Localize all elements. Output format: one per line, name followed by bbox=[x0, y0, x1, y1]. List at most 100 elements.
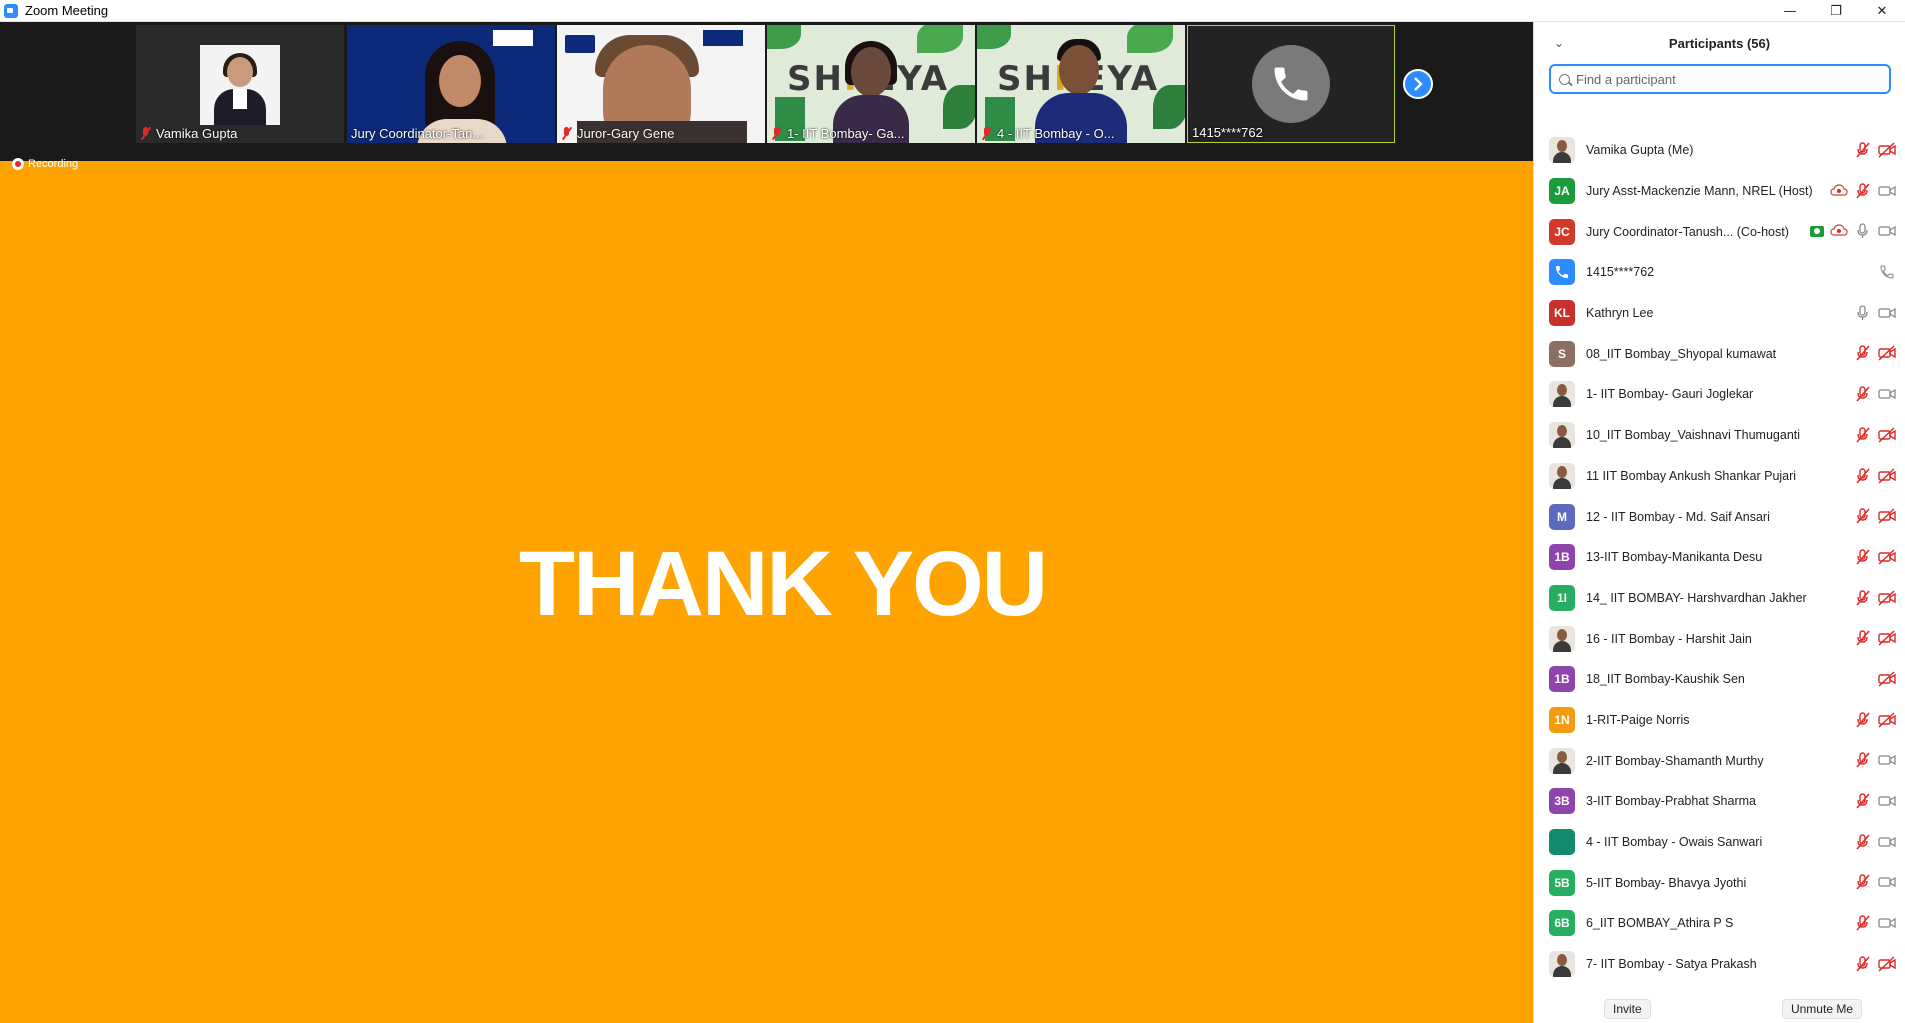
participant-row[interactable]: 6B 6_IIT BOMBAY_Athira P S bbox=[1534, 903, 1905, 944]
video-off-icon[interactable] bbox=[1878, 467, 1896, 484]
video-off-icon[interactable] bbox=[1878, 712, 1896, 728]
video-off-icon[interactable] bbox=[1878, 549, 1896, 565]
participant-row[interactable]: 3B 3-IIT Bombay-Prabhat Sharma bbox=[1534, 781, 1905, 822]
window-title: Zoom Meeting bbox=[25, 3, 109, 18]
participant-status-icons bbox=[1854, 740, 1896, 780]
mic-muted-icon[interactable] bbox=[1854, 142, 1872, 158]
mic-muted-icon[interactable] bbox=[1854, 956, 1872, 972]
video-tile-label: 1- IIT Bombay- Ga... bbox=[771, 126, 905, 141]
video-off-icon[interactable] bbox=[1878, 508, 1896, 524]
mic-muted-icon[interactable] bbox=[1854, 589, 1872, 606]
close-button[interactable]: ✕ bbox=[1859, 0, 1905, 22]
video-tile-active-speaker[interactable]: 1415****762 bbox=[1187, 25, 1395, 143]
restore-button[interactable]: ❐ bbox=[1813, 0, 1859, 22]
screen-share-icon[interactable] bbox=[1806, 225, 1824, 237]
video-icon[interactable] bbox=[1878, 183, 1896, 199]
unmute-me-button[interactable]: Unmute Me bbox=[1781, 999, 1862, 1019]
video-off-icon[interactable] bbox=[1878, 427, 1896, 443]
video-icon[interactable] bbox=[1878, 793, 1896, 809]
participant-name: Kathryn Lee bbox=[1586, 306, 1654, 321]
search-input[interactable] bbox=[1576, 71, 1876, 87]
participant-row[interactable]: 1N 1-RIT-Paige Norris bbox=[1534, 700, 1905, 741]
cloud-recording-icon[interactable] bbox=[1830, 183, 1848, 199]
participant-name: 11 IIT Bombay Ankush Shankar Pujari bbox=[1586, 468, 1797, 483]
participant-row[interactable]: 1I 14_ IIT BOMBAY- Harshvardhan Jakher bbox=[1534, 578, 1905, 619]
mic-muted-icon bbox=[981, 127, 993, 140]
video-icon[interactable] bbox=[1878, 915, 1896, 931]
participant-name: 1415****762 bbox=[1586, 265, 1655, 280]
participant-status-icons bbox=[1854, 781, 1896, 821]
avatar-initials-text: S bbox=[1557, 346, 1566, 361]
mic-muted-icon[interactable] bbox=[1854, 508, 1872, 524]
mic-muted-icon[interactable] bbox=[1854, 182, 1872, 199]
solar-decathlon-logo bbox=[565, 35, 595, 53]
participant-row[interactable]: Vamika Gupta (Me) bbox=[1534, 130, 1905, 171]
minimize-button[interactable]: — bbox=[1767, 0, 1813, 22]
participant-search[interactable] bbox=[1549, 64, 1891, 94]
video-tile[interactable]: SHREYA 4 - IIT Bombay - O... bbox=[977, 25, 1185, 143]
participant-row[interactable]: JA Jury Asst-Mackenzie Mann, NREL (Host) bbox=[1534, 171, 1905, 212]
participant-row[interactable]: 16 - IIT Bombay - Harshit Jain bbox=[1534, 618, 1905, 659]
participant-row[interactable]: 7- IIT Bombay - Satya Prakash bbox=[1534, 944, 1905, 985]
video-tile[interactable]: Juror-Gary Gene bbox=[557, 25, 765, 143]
participant-name: 14_ IIT BOMBAY- Harshvardhan Jakher bbox=[1586, 590, 1807, 605]
participant-row[interactable]: 1- IIT Bombay- Gauri Joglekar bbox=[1534, 374, 1905, 415]
chevron-down-icon[interactable]: ⌄ bbox=[1554, 36, 1564, 50]
mic-muted-icon[interactable] bbox=[1854, 874, 1872, 890]
video-icon[interactable] bbox=[1878, 386, 1896, 402]
participant-row[interactable]: JC Jury Coordinator-Tanush... (Co-host) bbox=[1534, 211, 1905, 252]
participant-row[interactable]: S 08_IIT Bombay_Shyopal kumawat bbox=[1534, 333, 1905, 374]
participant-row[interactable]: 1415****762 bbox=[1534, 252, 1905, 293]
invite-button[interactable]: Invite bbox=[1604, 999, 1651, 1019]
avatar-photo bbox=[1549, 422, 1575, 449]
participant-row[interactable]: 10_IIT Bombay_Vaishnavi Thumuganti bbox=[1534, 415, 1905, 456]
participant-row[interactable]: 1B 18_IIT Bombay-Kaushik Sen bbox=[1534, 659, 1905, 700]
avatar-photo bbox=[1549, 381, 1575, 408]
participant-row[interactable]: 2-IIT Bombay-Shamanth Murthy bbox=[1534, 740, 1905, 781]
recording-indicator[interactable]: Recording bbox=[12, 158, 78, 170]
video-icon[interactable] bbox=[1878, 752, 1896, 768]
next-page-button[interactable] bbox=[1403, 69, 1433, 99]
participant-name: 08_IIT Bombay_Shyopal kumawat bbox=[1586, 346, 1777, 361]
video-tile[interactable]: Jury Coordinator-Tan... bbox=[347, 25, 555, 143]
participant-row[interactable]: M 12 - IIT Bombay - Md. Saif Ansari bbox=[1534, 496, 1905, 537]
participant-row[interactable]: 11 IIT Bombay Ankush Shankar Pujari bbox=[1534, 456, 1905, 497]
participant-row[interactable]: 1B 13-IIT Bombay-Manikanta Desu bbox=[1534, 537, 1905, 578]
mic-icon[interactable] bbox=[1854, 305, 1872, 321]
cloud-recording-icon[interactable] bbox=[1830, 223, 1848, 239]
video-off-icon[interactable] bbox=[1878, 630, 1896, 646]
video-off-icon[interactable] bbox=[1878, 671, 1896, 687]
mic-muted-icon[interactable] bbox=[1854, 386, 1872, 402]
video-icon[interactable] bbox=[1878, 874, 1896, 890]
video-tile[interactable]: SHREYA 1- IIT Bombay- Ga... bbox=[767, 25, 975, 143]
video-icon[interactable] bbox=[1878, 305, 1896, 321]
mic-muted-icon[interactable] bbox=[1854, 630, 1872, 646]
avatar-initials-text: JC bbox=[1554, 224, 1570, 239]
participant-row[interactable]: KL Kathryn Lee bbox=[1534, 293, 1905, 334]
phone-icon[interactable] bbox=[1878, 264, 1896, 280]
mic-muted-icon[interactable] bbox=[1854, 752, 1872, 768]
mic-muted-icon[interactable] bbox=[1854, 711, 1872, 728]
participant-status-icons bbox=[1878, 252, 1896, 292]
mic-muted-icon[interactable] bbox=[1854, 467, 1872, 484]
participant-status-icons bbox=[1878, 659, 1896, 699]
video-icon[interactable] bbox=[1878, 223, 1896, 239]
video-off-icon[interactable] bbox=[1878, 345, 1896, 361]
participant-name: Jury Asst-Mackenzie Mann, NREL (Host) bbox=[1586, 184, 1813, 199]
participant-row[interactable]: 5B 5-IIT Bombay- Bhavya Jyothi bbox=[1534, 862, 1905, 903]
mic-muted-icon[interactable] bbox=[1854, 833, 1872, 850]
mic-muted-icon[interactable] bbox=[1854, 549, 1872, 565]
participant-row[interactable]: 4 - IIT Bombay - Owais Sanwari bbox=[1534, 822, 1905, 863]
video-tile[interactable]: Vamika Gupta bbox=[136, 25, 344, 143]
video-off-icon[interactable] bbox=[1878, 590, 1896, 606]
video-off-icon[interactable] bbox=[1878, 142, 1896, 158]
mic-muted-icon[interactable] bbox=[1854, 915, 1872, 931]
mic-muted-icon[interactable] bbox=[1854, 345, 1872, 361]
title-bar: Zoom Meeting — ❐ ✕ bbox=[0, 0, 1905, 22]
mic-muted-icon[interactable] bbox=[1854, 427, 1872, 443]
video-off-icon[interactable] bbox=[1878, 956, 1896, 972]
video-icon[interactable] bbox=[1878, 834, 1896, 850]
avatar-initials-text: 5B bbox=[1554, 875, 1570, 890]
mic-muted-icon[interactable] bbox=[1854, 793, 1872, 809]
mic-icon[interactable] bbox=[1854, 223, 1872, 239]
